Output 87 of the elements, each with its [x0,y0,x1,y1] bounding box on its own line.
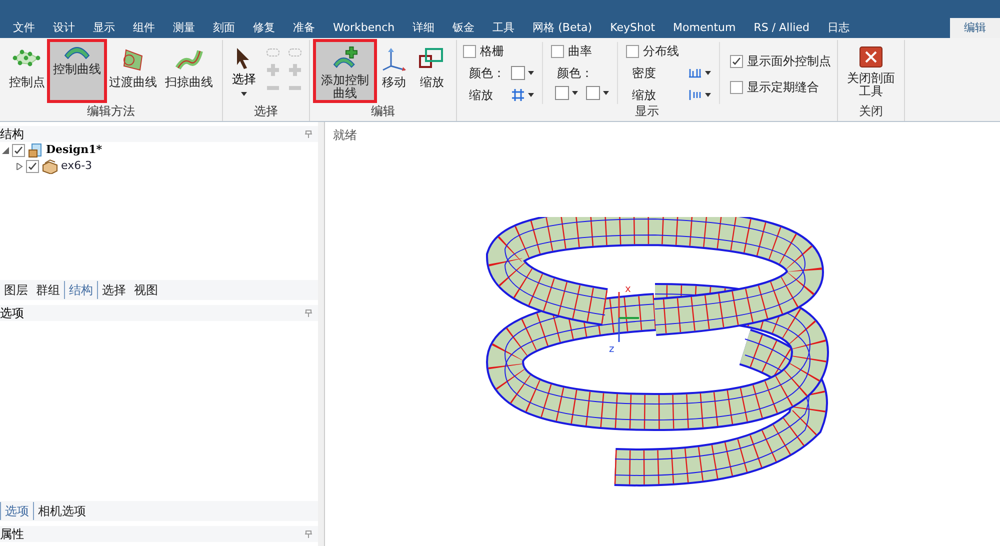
ribbon-tab[interactable]: 准备 [284,18,324,38]
ribbon-tab[interactable]: 文件 [4,18,44,38]
checkbox[interactable] [551,44,564,58]
expand-arrow-icon[interactable] [16,162,23,170]
select-tool-button[interactable]: 选择 [229,46,259,96]
scale-lines-icon[interactable] [688,89,702,101]
ribbon-tab[interactable]: 日志 [818,18,858,38]
part-blocks-icon [42,158,58,174]
caret-icon[interactable] [528,71,534,75]
caret-icon[interactable] [705,93,711,97]
field-label: 缩放 [632,87,657,104]
axis-triad-icon [618,291,640,342]
pin-icon[interactable] [305,530,312,538]
panel-title: 结构 [0,126,24,143]
checkbox[interactable] [26,160,39,172]
checkbox-label: 曲率 [568,43,592,60]
caret-icon[interactable] [528,93,534,97]
ribbon-tab[interactable]: 工具 [484,18,524,38]
color-swatch[interactable] [511,66,525,80]
ribbon-tab[interactable]: 网格 (Beta) [524,18,602,38]
ribbon-tab[interactable]: 修复 [244,18,284,38]
panel-tab[interactable]: 选择 [98,281,130,299]
ribbon-tool-button[interactable]: 控制曲线 [50,42,104,100]
panel-title: 属性 [0,526,24,543]
close-tool-icon [859,46,883,68]
panel-title: 选项 [0,305,24,322]
ribbon-tab[interactable]: Workbench [324,18,404,38]
ribbon-tool-button[interactable]: 扫掠曲线 [162,42,216,100]
checkbox[interactable] [626,44,639,58]
ribbon-tab[interactable]: 测量 [164,18,204,38]
grid-icon[interactable] [511,88,525,102]
ribbon-tab[interactable]: KeyShot [601,18,664,38]
field-label: 颜色： [469,65,505,82]
checkbox-label: 显示定期缝合 [747,79,819,96]
caret-icon[interactable] [705,71,711,75]
checkbox-label: 分布线 [643,43,679,60]
panel-tab[interactable]: 相机选项 [34,502,90,520]
caret-icon[interactable] [241,92,247,96]
color-swatch[interactable] [555,86,569,100]
panel-tab[interactable]: 图层 [0,281,32,299]
panel-tab[interactable]: 选项 [0,502,34,520]
color-swatch[interactable] [586,86,600,100]
field-label: 密度 [632,65,657,82]
design-document-icon [28,142,43,158]
panel-tab[interactable]: 群组 [32,281,64,299]
ribbon-group-label: 编辑 [371,104,395,120]
ribbon-tool-button[interactable]: 过渡曲线 [106,42,160,100]
checkbox-label: 显示面外控制点 [747,53,831,70]
ribbon-tab[interactable]: 钣金 [444,18,484,38]
pin-icon[interactable] [305,309,312,317]
ribbon-tab[interactable]: 显示 [84,18,124,38]
checkbox[interactable] [12,144,25,156]
status-text: 就绪 [333,127,358,144]
ribbon-tab[interactable]: RS / Allied [744,18,818,38]
ribbon-group-label: 显示 [635,104,659,120]
ribbon-tab[interactable]: 刻面 [204,18,244,38]
axis-label: x [625,283,631,297]
ribbon-tab[interactable]: Momentum [664,18,745,38]
curved-surface-icon [64,46,90,59]
density-lines-icon[interactable] [688,67,702,79]
ribbon-tool-button[interactable]: 添加控制曲线 [316,42,374,100]
checkbox[interactable] [730,80,743,94]
ribbon-tool-button[interactable]: 缩放 [414,42,450,100]
ribbon-tab[interactable]: 设计 [44,18,84,38]
checkbox[interactable] [463,44,476,58]
ribbon-group-label: 关闭 [859,104,883,120]
panel-tab[interactable]: 视图 [130,281,162,299]
ribbon-tab[interactable]: 组件 [124,18,164,38]
panel-tab[interactable]: 结构 [64,281,98,299]
field-label: 颜色： [556,65,594,82]
ribbon-group-label: 选择 [254,104,278,120]
caret-icon[interactable] [572,91,578,95]
caret-icon[interactable] [603,91,609,95]
checkbox-label: 格栅 [480,43,504,60]
tree-item-label[interactable]: Design1* [46,142,102,158]
ribbon-tool-button[interactable]: 关闭剖面工具 [844,42,898,100]
ribbon-group-label: 编辑方法 [87,104,135,120]
collapse-arrow-icon[interactable] [2,146,9,154]
ribbon-tab[interactable]: 编辑 [950,18,1000,38]
field-label: 缩放 [469,87,494,104]
checkbox[interactable] [730,54,743,68]
ribbon-tool-button[interactable]: 移动 [376,42,412,100]
axis-label: z [609,343,614,357]
3d-viewport[interactable]: 就绪 x z [324,122,1000,546]
ribbon-tab[interactable]: 详细 [404,18,444,38]
pin-icon[interactable] [305,130,312,138]
tree-item-label[interactable]: ex6-3 [61,158,92,174]
